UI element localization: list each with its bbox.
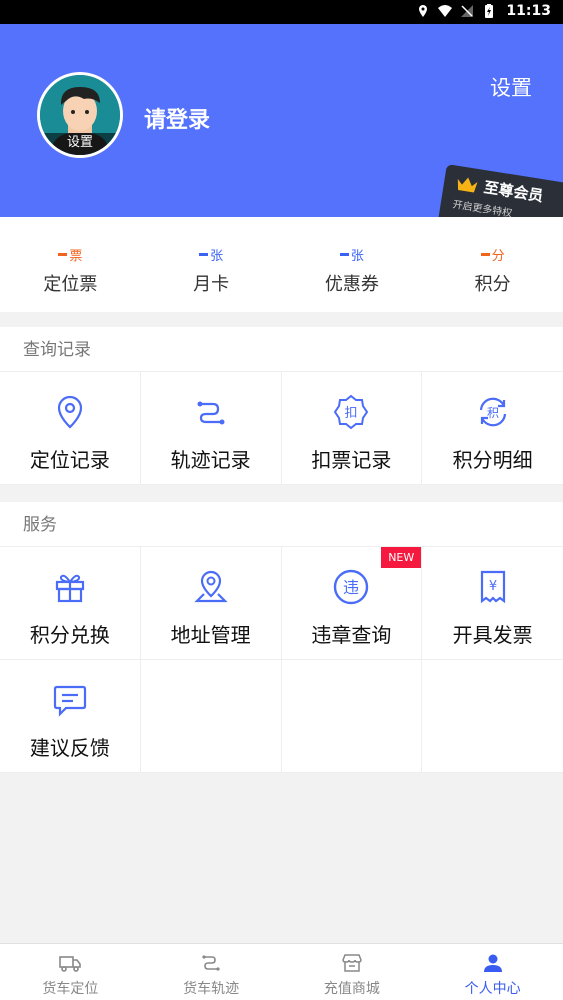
query-records-section: 查询记录 定位记录 轨迹记录 扣 扣票记录 积 积分明细 bbox=[0, 327, 563, 485]
tab-label: 个人中心 bbox=[464, 981, 521, 997]
stat-tickets[interactable]: 票 定位票 bbox=[0, 217, 141, 312]
stat-value: 分 bbox=[422, 245, 563, 264]
status-bar: 11:13 bbox=[0, 0, 563, 24]
grid-item-points-details[interactable]: 积 积分明细 bbox=[422, 372, 563, 485]
login-prompt[interactable]: 请登录 bbox=[144, 102, 210, 134]
battery-icon bbox=[485, 4, 494, 18]
gift-icon bbox=[55, 574, 84, 603]
grid-item-location-records[interactable]: 定位记录 bbox=[0, 372, 141, 485]
feedback-icon bbox=[53, 685, 86, 717]
new-badge: NEW bbox=[381, 547, 422, 568]
grid-item-label: 地址管理 bbox=[170, 623, 251, 647]
location-pin-icon bbox=[57, 395, 82, 429]
route-icon bbox=[197, 401, 225, 425]
stat-monthly-card[interactable]: 张 月卡 bbox=[141, 217, 282, 312]
tab-truck-track[interactable]: 货车轨迹 bbox=[141, 944, 282, 1000]
grid-item-label: 开具发票 bbox=[452, 623, 533, 647]
grid-item-violation-query[interactable]: NEW 违 违章查询 bbox=[281, 547, 423, 660]
stat-points[interactable]: 分 积分 bbox=[422, 217, 563, 312]
grid-item-track-records[interactable]: 轨迹记录 bbox=[140, 372, 282, 485]
settings-button[interactable]: 设置 bbox=[490, 72, 532, 102]
grid-item-deduction-records[interactable]: 扣 扣票记录 bbox=[281, 372, 423, 485]
deduct-badge-icon: 扣 bbox=[334, 394, 369, 430]
stat-label: 积分 bbox=[474, 274, 511, 295]
tab-label: 货车轨迹 bbox=[183, 981, 240, 997]
section-title: 服务 bbox=[0, 502, 563, 547]
svg-text:违: 违 bbox=[343, 578, 359, 597]
grid-item-points-exchange[interactable]: 积分兑换 bbox=[0, 547, 141, 660]
vip-membership-badge[interactable]: 至尊会员 开启更多特权 bbox=[438, 164, 563, 217]
grid-item-label: 违章查询 bbox=[311, 623, 392, 647]
wifi-icon bbox=[438, 5, 453, 17]
grid-item-label: 建议反馈 bbox=[29, 736, 110, 760]
grid-item-label: 轨迹记录 bbox=[170, 448, 251, 472]
truck-icon bbox=[59, 956, 82, 972]
tab-personal-center[interactable]: 个人中心 bbox=[422, 944, 563, 1000]
stat-value: 票 bbox=[0, 245, 141, 264]
crown-icon bbox=[457, 176, 478, 193]
svg-text:积: 积 bbox=[487, 406, 499, 420]
grid-item-issue-invoice[interactable]: ¥ 开具发票 bbox=[422, 547, 563, 660]
grid-item-label: 积分明细 bbox=[452, 448, 533, 472]
map-pin-icon bbox=[193, 570, 228, 603]
grid-empty-cell bbox=[422, 660, 563, 773]
route-icon bbox=[202, 955, 220, 971]
tab-truck-location[interactable]: 货车定位 bbox=[0, 944, 141, 1000]
person-icon bbox=[483, 954, 502, 972]
services-section: 服务 积分兑换 地址管理 NEW 违 违章查询 ¥ 开具发票 建议反馈 bbox=[0, 502, 563, 773]
section-title: 查询记录 bbox=[0, 327, 563, 372]
no-signal-icon bbox=[461, 5, 474, 17]
grid-item-label: 定位记录 bbox=[29, 448, 110, 472]
svg-text:扣: 扣 bbox=[345, 406, 358, 421]
grid-item-address-management[interactable]: 地址管理 bbox=[140, 547, 282, 660]
points-refresh-icon: 积 bbox=[479, 397, 506, 427]
invoice-icon: ¥ bbox=[480, 570, 505, 604]
store-icon bbox=[342, 954, 362, 972]
stat-label: 定位票 bbox=[43, 274, 98, 295]
grid-item-label: 积分兑换 bbox=[29, 623, 110, 647]
stat-coupons[interactable]: 张 优惠券 bbox=[282, 217, 423, 312]
stat-label: 优惠券 bbox=[324, 274, 379, 295]
bottom-tab-bar: 货车定位 货车轨迹 充值商城 个人中心 bbox=[0, 943, 563, 1000]
clock: 11:13 bbox=[506, 3, 551, 19]
grid-item-label: 扣票记录 bbox=[311, 448, 392, 472]
svg-text:¥: ¥ bbox=[488, 579, 496, 594]
grid-empty-cell bbox=[140, 660, 282, 773]
tab-recharge-store[interactable]: 充值商城 bbox=[282, 944, 423, 1000]
grid-empty-cell bbox=[281, 660, 423, 773]
stat-label: 月卡 bbox=[193, 274, 230, 295]
location-status-icon bbox=[419, 5, 428, 17]
stat-value: 张 bbox=[282, 245, 423, 264]
avatar-settings-label: 设置 bbox=[40, 133, 120, 155]
violation-icon: 违 bbox=[334, 569, 369, 605]
grid-item-feedback[interactable]: 建议反馈 bbox=[0, 660, 141, 773]
tab-label: 货车定位 bbox=[42, 981, 99, 997]
profile-header: 设置 请登录 设置 至尊会员 开启更多特权 bbox=[0, 24, 563, 217]
stat-value: 张 bbox=[141, 245, 282, 264]
tab-label: 充值商城 bbox=[323, 981, 380, 997]
avatar[interactable]: 设置 bbox=[37, 72, 123, 158]
account-stats: 票 定位票 张 月卡 张 优惠券 分 积分 bbox=[0, 217, 563, 312]
